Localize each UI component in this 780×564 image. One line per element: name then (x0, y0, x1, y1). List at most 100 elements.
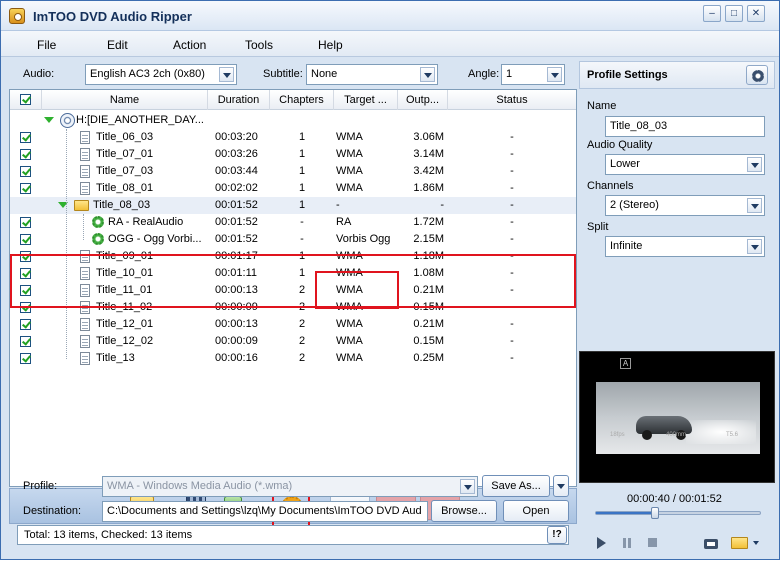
column-name[interactable]: Name (42, 90, 208, 110)
column-status[interactable]: Status (448, 90, 576, 110)
row-checkbox[interactable] (20, 336, 31, 347)
audio-file-icon (80, 182, 90, 195)
chevron-down-icon[interactable] (547, 67, 562, 82)
table-row[interactable]: Title_12_01 00:00:13 2 WMA 0.21M - (10, 316, 576, 333)
minimize-button[interactable]: – (703, 5, 721, 22)
settings-gear-button[interactable] (746, 65, 768, 85)
pause-preview-button[interactable] (619, 535, 635, 551)
table-row[interactable]: Title_06_03 00:03:20 1 WMA 3.06M - (10, 129, 576, 146)
cell-chapters: - (300, 216, 304, 228)
audio-select[interactable]: English AC3 2ch (0x80) (85, 64, 237, 85)
maximize-button[interactable]: □ (725, 5, 743, 22)
chevron-down-icon[interactable] (460, 479, 475, 494)
table-row[interactable]: Title_07_01 00:03:26 1 WMA 3.14M - (10, 146, 576, 163)
stop-preview-button[interactable] (645, 535, 661, 551)
save-as-dropdown[interactable] (553, 475, 569, 497)
save-as-button[interactable]: Save As... (482, 475, 550, 497)
app-logo-icon (9, 8, 25, 24)
chevron-down-icon (557, 484, 565, 489)
chevron-down-icon[interactable] (747, 239, 762, 254)
row-checkbox[interactable] (20, 217, 31, 228)
profile-select[interactable]: WMA - Windows Media Audio (*.wma) (102, 476, 478, 497)
row-checkbox[interactable] (20, 183, 31, 194)
split-select[interactable]: Infinite (605, 236, 765, 257)
column-target[interactable]: Target ... (334, 90, 398, 110)
tree-guide-line (66, 129, 67, 359)
cell-name: OGG - Ogg Vorbi... (108, 233, 202, 245)
menu-action-label: Action (173, 38, 207, 52)
check-all-checkbox[interactable] (20, 94, 31, 105)
expand-toggle-icon[interactable] (44, 117, 54, 123)
menu-help[interactable]: Help (318, 38, 343, 52)
chevron-down-icon[interactable] (219, 67, 234, 82)
column-output[interactable]: Outp... (398, 90, 448, 110)
table-row[interactable]: Title_12_02 00:00:09 2 WMA 0.15M - (10, 333, 576, 350)
cell-duration: 00:01:52 (215, 199, 258, 211)
column-chapters[interactable]: Chapters (270, 90, 334, 110)
menu-file[interactable]: File (37, 38, 56, 52)
channels-value: 2 (Stereo) (610, 199, 659, 211)
header-check-all[interactable] (10, 90, 42, 110)
status-text: Total: 13 items, Checked: 13 items (24, 529, 193, 541)
menu-tools[interactable]: Tools (245, 38, 273, 52)
menu-edit[interactable]: Edit (107, 38, 128, 52)
cell-target (336, 112, 398, 129)
cell-name: Title_07_03 (96, 165, 154, 177)
audio-quality-select[interactable]: Lower (605, 154, 765, 175)
open-button[interactable]: Open (503, 500, 569, 522)
row-checkbox[interactable] (20, 319, 31, 330)
row-checkbox[interactable] (20, 353, 31, 364)
snapshot-camera-icon[interactable] (703, 535, 719, 551)
row-checkbox[interactable] (20, 149, 31, 160)
name-field[interactable]: Title_08_03 (605, 116, 765, 137)
destination-label: Destination: (23, 505, 82, 517)
cell-chapters: 2 (298, 318, 306, 330)
cell-output: 0.25M (413, 352, 444, 364)
cell-target: WMA (336, 165, 363, 177)
chevron-down-icon[interactable] (747, 157, 762, 172)
osd-badge: A (620, 358, 631, 369)
row-checkbox[interactable] (20, 166, 31, 177)
cell-duration: 00:00:09 (215, 335, 258, 347)
chevron-down-icon[interactable] (753, 541, 759, 545)
cell-name: Title_12_02 (96, 335, 154, 347)
table-row[interactable]: RA - RealAudio 00:01:52 - RA 1.72M - (10, 214, 576, 231)
table-row[interactable]: Title_07_03 00:03:44 1 WMA 3.42M - (10, 163, 576, 180)
column-duration[interactable]: Duration (208, 90, 270, 110)
table-row[interactable]: Title_08_01 00:02:02 1 WMA 1.86M - (10, 180, 576, 197)
audio-file-icon (80, 318, 90, 331)
title-bar[interactable]: ImTOO DVD Audio Ripper – □ ✕ (1, 1, 779, 31)
row-checkbox[interactable] (20, 234, 31, 245)
row-checkbox[interactable] (20, 132, 31, 143)
highlight-box-target (315, 271, 399, 309)
chevron-down-icon[interactable] (420, 67, 435, 82)
close-button[interactable]: ✕ (747, 5, 765, 22)
title-list-table[interactable]: Name Duration Chapters Target ... Outp..… (9, 89, 577, 487)
cell-chapters: 1 (298, 182, 306, 194)
chevron-down-icon[interactable] (747, 198, 762, 213)
play-button[interactable] (593, 535, 609, 551)
channels-select[interactable]: 2 (Stereo) (605, 195, 765, 216)
menu-action[interactable]: Action (173, 38, 206, 52)
cell-target: Vorbis Ogg (336, 233, 391, 245)
angle-select[interactable]: 1 (501, 64, 565, 85)
table-row[interactable]: H:[DIE_ANOTHER_DAY... (10, 112, 576, 129)
slider-thumb[interactable] (651, 507, 659, 519)
open-folder-icon[interactable] (731, 537, 748, 549)
playback-slider[interactable] (595, 507, 761, 519)
table-row[interactable]: Title_13 00:00:16 2 WMA 0.25M - (10, 350, 576, 367)
split-label: Split (587, 221, 609, 233)
track-selector-bar: Audio: English AC3 2ch (0x80) Subtitle: … (9, 61, 577, 89)
current-time: 00:00:40 (627, 493, 670, 505)
browse-button[interactable]: Browse... (431, 500, 497, 522)
time-separator: / (672, 493, 676, 505)
table-row[interactable]: Title_08_03 00:01:52 1 - - - (10, 197, 576, 214)
profile-settings-pane: Profile Settings Name Title_08_03 Audio … (579, 61, 775, 561)
table-row[interactable]: OGG - Ogg Vorbi... 00:01:52 - Vorbis Ogg 2.1… (10, 231, 576, 248)
menu-help-label: Help (318, 38, 343, 52)
main-window: ImTOO DVD Audio Ripper – □ ✕ File Edit A… (0, 0, 780, 560)
subtitle-select[interactable]: None (306, 64, 438, 85)
help-button[interactable]: !? (547, 526, 567, 544)
folder-icon (74, 200, 89, 211)
destination-field[interactable]: C:\Documents and Settings\lzq\My Documen… (102, 501, 428, 522)
